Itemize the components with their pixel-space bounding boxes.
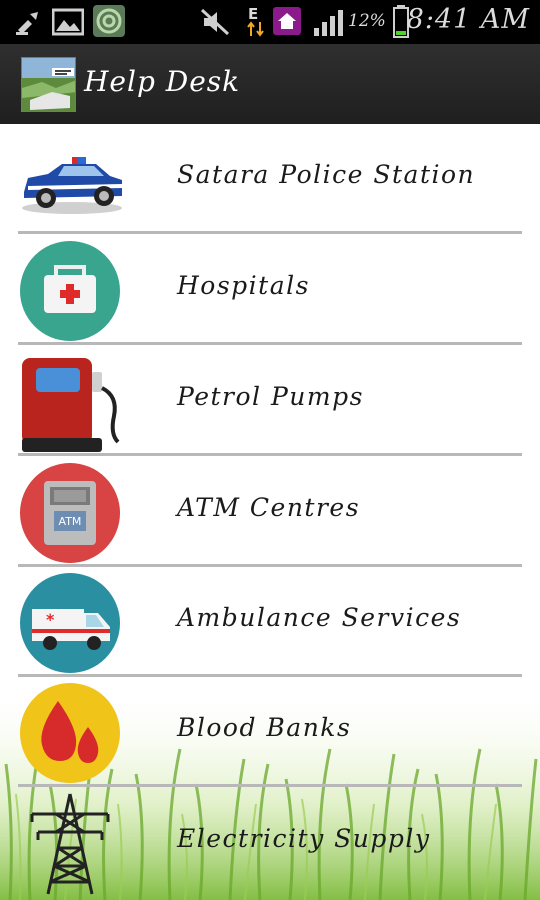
list-item-label: Petrol Pumps bbox=[177, 382, 364, 411]
clock: 8:41 AM bbox=[406, 4, 530, 35]
signal-icon bbox=[314, 10, 343, 36]
list-item-label: Hospitals bbox=[177, 271, 310, 300]
home-app-icon bbox=[273, 7, 301, 35]
divider bbox=[18, 231, 522, 234]
target-app-icon bbox=[93, 5, 125, 37]
cleaner-icon bbox=[16, 12, 38, 35]
app-title: Help Desk bbox=[84, 65, 241, 98]
list-item-label: Blood Banks bbox=[177, 713, 352, 742]
data-e-icon: E bbox=[247, 5, 264, 37]
list-item-label: ATM Centres bbox=[177, 493, 361, 522]
divider bbox=[18, 453, 522, 456]
first-aid-kit-icon bbox=[18, 239, 124, 343]
list-item-atm-centres[interactable]: ATM ATM Centres bbox=[0, 457, 540, 567]
divider bbox=[18, 342, 522, 345]
svg-text:*: * bbox=[46, 610, 55, 629]
list-item-hospitals[interactable]: Hospitals bbox=[0, 235, 540, 345]
app-logo-icon[interactable] bbox=[21, 57, 76, 112]
help-desk-list[interactable]: Satara Police Station Hospitals Petrol P… bbox=[0, 124, 540, 900]
battery-percent: 12% bbox=[348, 11, 386, 31]
power-tower-icon bbox=[18, 792, 124, 896]
police-car-icon bbox=[18, 128, 124, 232]
list-item-blood-banks[interactable]: Blood Banks bbox=[0, 677, 540, 787]
divider bbox=[18, 784, 522, 787]
list-item-electricity-supply[interactable]: Electricity Supply bbox=[0, 788, 540, 898]
svg-text:ATM: ATM bbox=[59, 515, 82, 528]
ambulance-icon: * bbox=[18, 571, 124, 675]
gallery-icon bbox=[52, 8, 84, 36]
list-item-label: Ambulance Services bbox=[177, 603, 462, 632]
atm-machine-icon: ATM bbox=[18, 461, 124, 565]
mute-icon bbox=[200, 8, 230, 36]
blood-drop-icon bbox=[18, 681, 124, 785]
list-item-petrol-pumps[interactable]: Petrol Pumps bbox=[0, 346, 540, 456]
list-item-label: Electricity Supply bbox=[177, 824, 431, 853]
list-item-police-station[interactable]: Satara Police Station bbox=[0, 124, 540, 234]
list-item-label: Satara Police Station bbox=[177, 160, 476, 189]
fuel-pump-icon bbox=[18, 350, 124, 454]
status-bar: E 12% 8:41 AM bbox=[0, 0, 540, 44]
action-bar: Help Desk bbox=[0, 44, 540, 126]
list-item-ambulance-services[interactable]: * Ambulance Services bbox=[0, 567, 540, 677]
svg-text:E: E bbox=[248, 5, 258, 23]
